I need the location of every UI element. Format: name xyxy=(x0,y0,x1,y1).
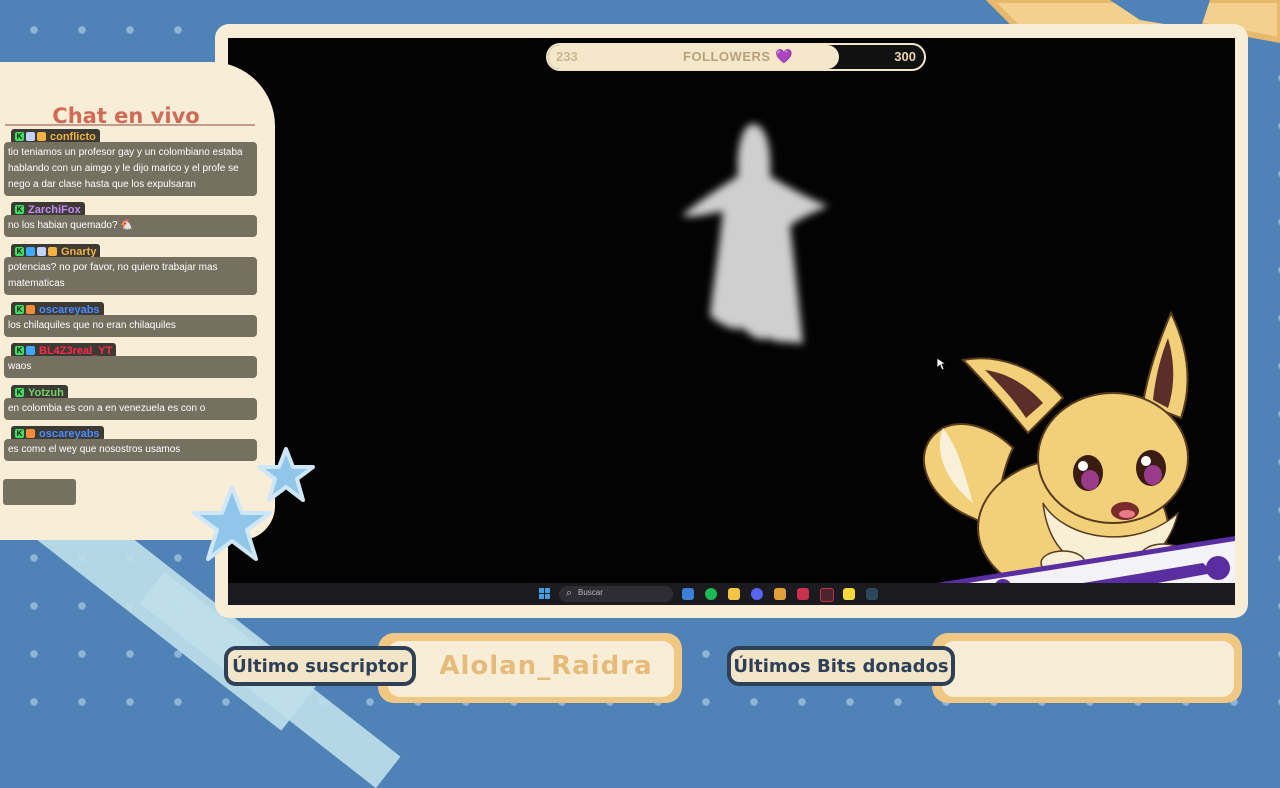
chat-message-list: Kconflicto tio teniamos un profesor gay y… xyxy=(0,0,260,480)
chat-username-text: Yotzuh xyxy=(28,386,64,399)
search-placeholder: Buscar xyxy=(578,588,603,597)
chat-badge-icon: K xyxy=(15,205,24,214)
chat-message-text: no los habian quemado? 🐔 xyxy=(4,215,257,237)
followers-goal: 300 xyxy=(894,49,916,64)
valorant-icon[interactable] xyxy=(797,588,809,600)
taskbar-search-input[interactable]: ⌕ Buscar xyxy=(559,586,673,602)
last-sub-name: Alolan_Raidra xyxy=(439,651,653,681)
chat-badge-icon xyxy=(48,247,57,256)
last-sub-label: Último suscriptor xyxy=(224,646,416,686)
last-bits-panel-inner xyxy=(942,641,1234,697)
spotify-icon[interactable] xyxy=(705,588,717,600)
chat-username-text: Gnarty xyxy=(61,245,97,258)
chat-username-text: conflicto xyxy=(50,130,96,143)
windows-taskbar: ⌕ Buscar xyxy=(228,583,1235,605)
chat-badge-icon xyxy=(37,247,46,256)
last-bits-label: Últimos Bits donados xyxy=(727,646,955,686)
eevee-avatar xyxy=(903,310,1235,605)
search-icon: ⌕ xyxy=(566,587,573,599)
followers-label: FOLLOWERS xyxy=(683,49,771,64)
chat-username-text: BL4Z3real_YT xyxy=(39,344,113,357)
chat-badge-icon: K xyxy=(15,346,24,355)
chat-username-text: oscareyabs xyxy=(39,427,100,440)
heart-icon: 💜 xyxy=(775,48,793,64)
obs-icon[interactable] xyxy=(820,588,834,602)
chat-username-text: ZarchiFox xyxy=(28,203,81,216)
chat-badge-icon xyxy=(26,132,35,141)
chat-message-text: los chilaquiles que no eran chilaquiles xyxy=(4,315,257,337)
star-icon xyxy=(257,447,315,502)
chat-badge-icon xyxy=(26,429,35,438)
folder-icon[interactable] xyxy=(728,588,740,600)
chat-badge-icon xyxy=(26,305,35,314)
chat-message-text: tio teniamos un profesor gay y un colomb… xyxy=(4,142,257,196)
chat-badge-icon: K xyxy=(15,429,24,438)
steam-icon[interactable] xyxy=(866,588,878,600)
followers-current: 233 xyxy=(556,49,578,64)
chat-badge-icon xyxy=(26,247,35,256)
sticky-notes-icon[interactable] xyxy=(843,588,855,600)
chat-badge-icon: K xyxy=(15,388,24,397)
discord-icon[interactable] xyxy=(751,588,763,600)
chat-badge-icon xyxy=(26,346,35,355)
chat-input-box xyxy=(3,479,76,505)
followers-goal-bar: 233 FOLLOWERS 💜 300 xyxy=(546,43,926,71)
app-icon[interactable] xyxy=(774,588,786,600)
chat-badge-icon: K xyxy=(15,247,24,256)
chat-message-text: potencias? no por favor, no quiero traba… xyxy=(4,257,257,295)
chat-message-text: es como el wey que nosostros usamos xyxy=(4,439,257,461)
mail-icon[interactable] xyxy=(682,588,694,600)
stream-video: 233 FOLLOWERS 💜 300 ⌕ Buscar xyxy=(228,38,1235,605)
chat-badge-icon: K xyxy=(15,305,24,314)
ghost-figure xyxy=(682,124,828,344)
chat-username-text: oscareyabs xyxy=(39,303,100,316)
chat-badge-icon: K xyxy=(15,132,24,141)
windows-start-icon[interactable] xyxy=(539,588,551,600)
chat-badge-icon xyxy=(37,132,46,141)
chat-message-text: waos xyxy=(4,356,257,378)
chat-message-text: en colombia es con a en venezuela es con… xyxy=(4,398,257,420)
